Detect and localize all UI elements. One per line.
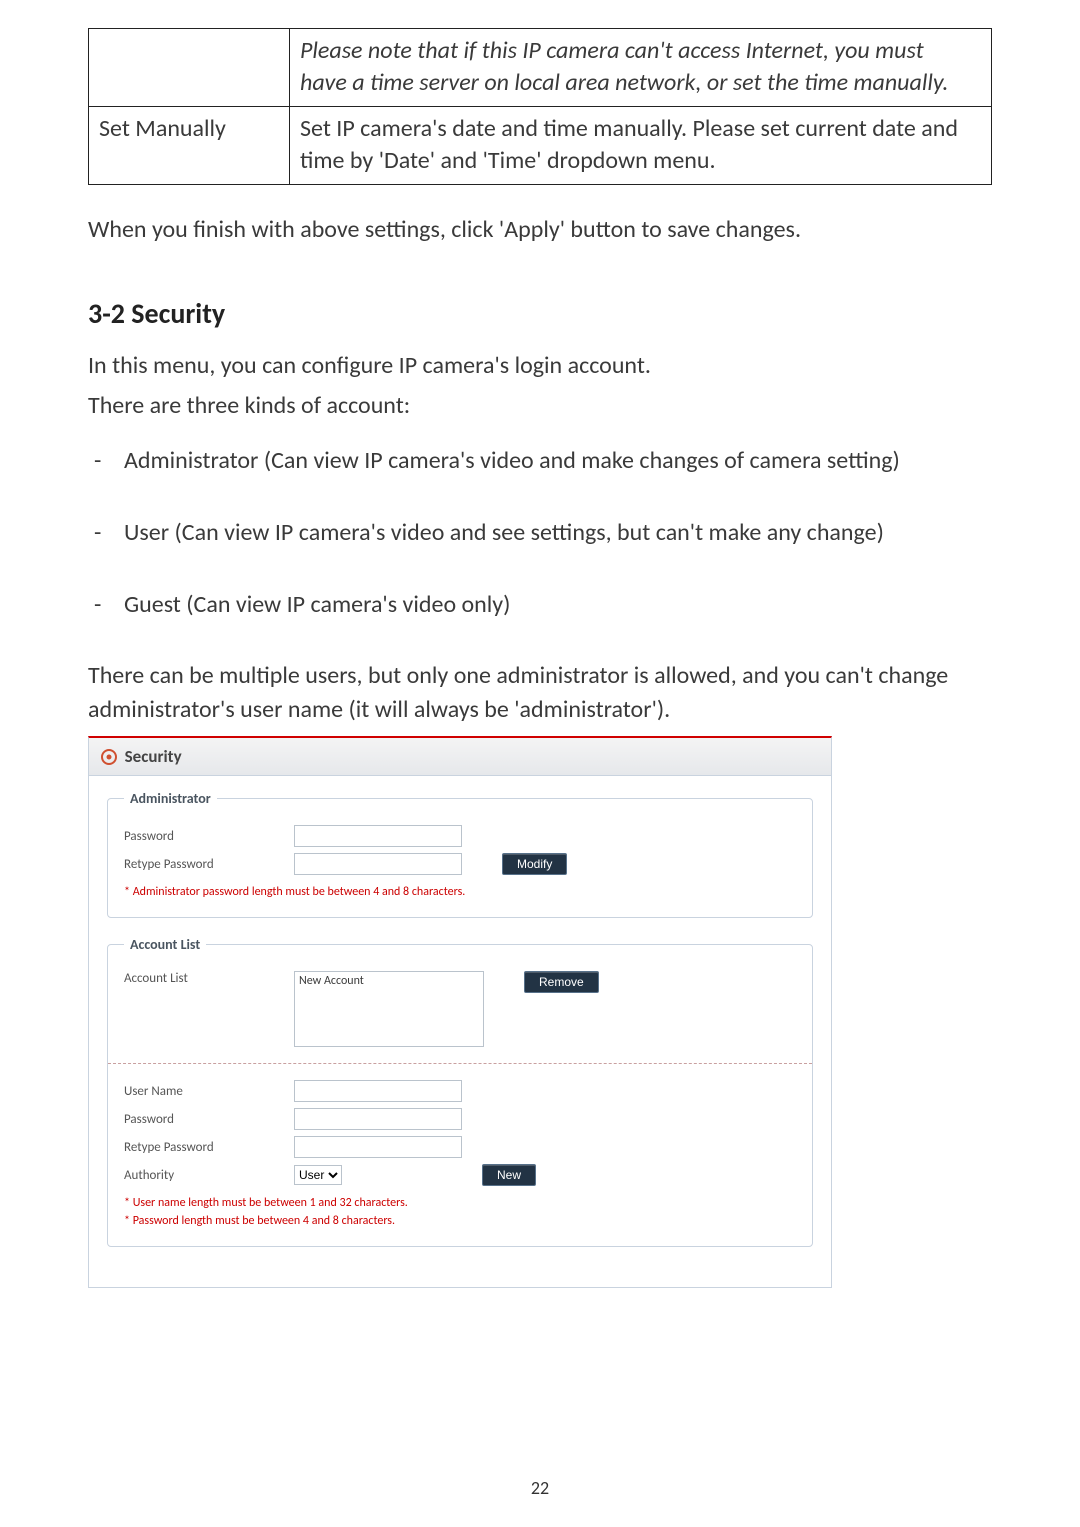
table-row: Please note that if this IP camera can't… bbox=[89, 29, 992, 107]
fieldset-legend: Administrator bbox=[124, 790, 217, 807]
panel-body: Administrator Password Retype Password M… bbox=[89, 776, 831, 1287]
admin-hint: * Administrator password length must be … bbox=[124, 883, 796, 901]
security-panel: Security Administrator Password Retype P… bbox=[88, 736, 832, 1288]
password-label: Password bbox=[124, 829, 294, 844]
intro-line: There are three kinds of account: bbox=[88, 389, 992, 423]
table-row: Set Manually Set IP camera's date and ti… bbox=[89, 106, 992, 184]
retype-password-label: Retype Password bbox=[124, 1140, 294, 1155]
settings-table: Please note that if this IP camera can't… bbox=[88, 28, 992, 185]
user-hint: * User name length must be between 1 and… bbox=[124, 1194, 796, 1230]
authority-label: Authority bbox=[124, 1168, 294, 1183]
account-list-label: Account List bbox=[124, 971, 294, 986]
username-input[interactable] bbox=[294, 1080, 462, 1102]
list-item[interactable]: New Account bbox=[299, 974, 479, 988]
user-password-input[interactable] bbox=[294, 1108, 462, 1130]
table-text-line: time by 'Date' and 'Time' dropdown menu. bbox=[300, 146, 716, 175]
hint-line: * Password length must be between 4 and … bbox=[124, 1214, 395, 1228]
admin-password-input[interactable] bbox=[294, 825, 462, 847]
fieldset-legend: Account List bbox=[124, 936, 206, 953]
authority-select[interactable]: User bbox=[294, 1165, 342, 1185]
password-label: Password bbox=[124, 1112, 294, 1127]
remove-button[interactable]: Remove bbox=[524, 971, 599, 993]
user-retype-password-input[interactable] bbox=[294, 1136, 462, 1158]
section-heading: 3-2 Security bbox=[88, 296, 992, 331]
apply-note: When you finish with above settings, cli… bbox=[88, 213, 992, 247]
table-cell-label bbox=[89, 29, 290, 107]
table-text-line: Please note that if this IP camera can't… bbox=[300, 36, 924, 65]
panel-header: Security bbox=[89, 738, 831, 776]
table-text-line: Set IP camera's date and time manually. … bbox=[300, 114, 958, 143]
divider bbox=[108, 1063, 812, 1064]
account-list-fieldset: Account List Account List New Account Re… bbox=[107, 936, 813, 1247]
administrator-fieldset: Administrator Password Retype Password M… bbox=[107, 790, 813, 918]
username-label: User Name bbox=[124, 1084, 294, 1099]
security-icon bbox=[101, 749, 117, 765]
table-text-line: have a time server on local area network… bbox=[300, 68, 948, 97]
retype-password-label: Retype Password bbox=[124, 857, 294, 872]
list-item: Guest (Can view IP camera's video only) bbox=[88, 588, 992, 622]
admin-retype-password-input[interactable] bbox=[294, 853, 462, 875]
hint-line: * User name length must be between 1 and… bbox=[124, 1196, 408, 1210]
panel-title: Security bbox=[125, 746, 182, 767]
multi-user-note: There can be multiple users, but only on… bbox=[88, 659, 992, 726]
page-number: 22 bbox=[0, 1477, 1080, 1499]
list-item: User (Can view IP camera's video and see… bbox=[88, 516, 992, 550]
table-cell-desc: Set IP camera's date and time manually. … bbox=[290, 106, 992, 184]
roles-list: Administrator (Can view IP camera's vide… bbox=[88, 444, 992, 621]
list-item: Administrator (Can view IP camera's vide… bbox=[88, 444, 992, 478]
table-cell-desc: Please note that if this IP camera can't… bbox=[290, 29, 992, 107]
account-listbox[interactable]: New Account bbox=[294, 971, 484, 1047]
table-cell-label: Set Manually bbox=[89, 106, 290, 184]
new-button[interactable]: New bbox=[482, 1164, 536, 1186]
modify-button[interactable]: Modify bbox=[502, 853, 567, 875]
intro-line: In this menu, you can configure IP camer… bbox=[88, 349, 992, 383]
